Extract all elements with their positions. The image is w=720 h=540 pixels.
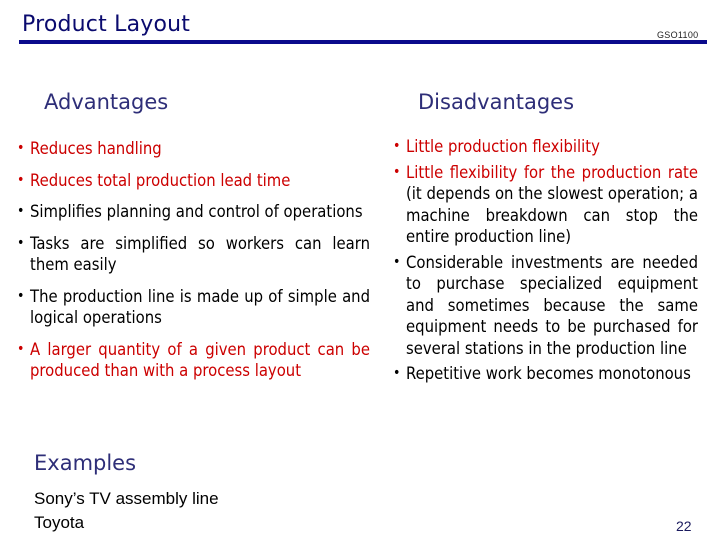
- course-code: GSO1100: [657, 30, 699, 40]
- disadvantages-heading: Disadvantages: [418, 90, 575, 114]
- example-item: Toyota: [34, 513, 85, 532]
- advantage-item: • Tasks are simplified so workers can lea…: [17, 233, 370, 275]
- bullet-icon: •: [17, 203, 25, 219]
- advantages-heading: Advantages: [44, 90, 169, 114]
- bullet-icon: •: [393, 365, 401, 381]
- advantage-item: • The production line is made up of simpl…: [17, 286, 370, 328]
- bullet-icon: •: [17, 234, 25, 251]
- disadvantage-item: • Repetitive work becomes monotonous: [393, 364, 691, 383]
- examples-heading: Examples: [34, 451, 137, 475]
- page-number: 22: [676, 518, 692, 534]
- slide-title: Product Layout: [22, 12, 191, 37]
- disadvantage-item: • Little flexibility for the production r…: [393, 162, 698, 247]
- bullet-icon: •: [17, 171, 25, 188]
- title-underline-divider: [19, 40, 707, 44]
- advantage-item: • Reduces total production lead time: [17, 170, 291, 190]
- advantage-item: • Reduces handling: [17, 139, 162, 158]
- bullet-icon: •: [393, 253, 401, 270]
- bullet-icon: •: [17, 140, 25, 156]
- advantages-list: • Reduces handling • Reduces total product…: [17, 138, 370, 392]
- bullet-icon: •: [393, 138, 401, 154]
- advantage-item: • A larger quantity of a given product ca…: [17, 339, 370, 381]
- disadvantages-list: • Little production flexibility • Little f…: [393, 136, 698, 389]
- disadvantage-item: • Little production flexibility: [393, 137, 600, 156]
- examples-list: Sony’s TV assembly line Toyota: [34, 487, 219, 535]
- example-item: Sony’s TV assembly line: [34, 489, 219, 508]
- bullet-icon: •: [17, 340, 25, 357]
- bullet-icon: •: [17, 287, 25, 304]
- disadvantage-item: • Considerable investments are needed to …: [393, 252, 698, 358]
- advantage-item: • Simplifies planning and control of oper…: [17, 202, 363, 221]
- bullet-icon: •: [393, 163, 401, 180]
